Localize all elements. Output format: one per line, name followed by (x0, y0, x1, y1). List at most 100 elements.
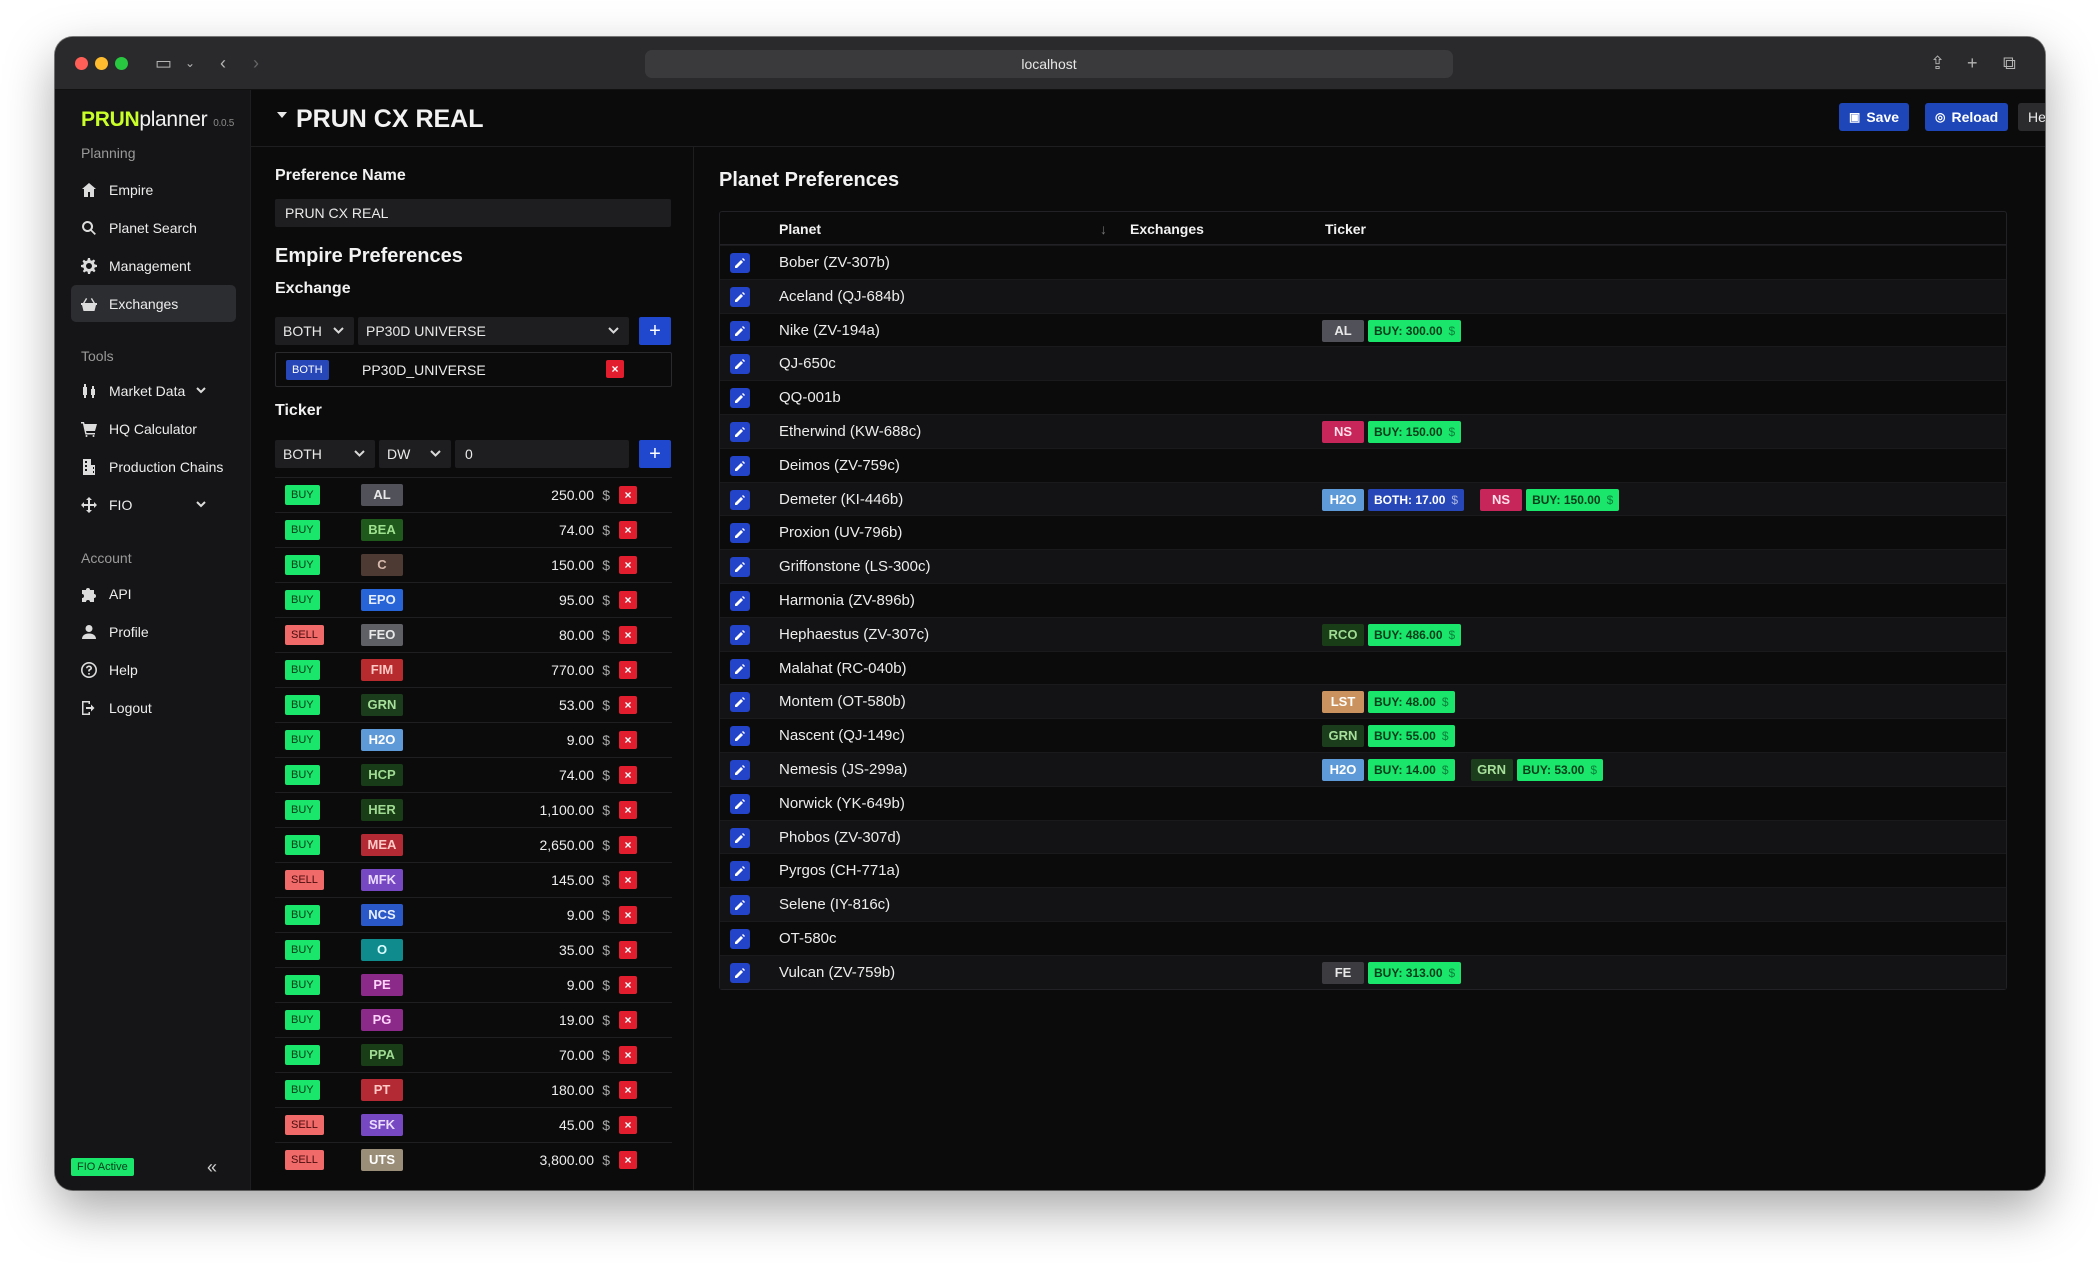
help-button[interactable]: Help (2018, 103, 2045, 131)
remove-ticker-button[interactable]: × (619, 836, 637, 854)
sidebar-item-hq-calculator[interactable]: HQ Calculator (71, 410, 236, 447)
share-icon[interactable]: ⇪ (1930, 51, 1945, 75)
edit-planet-button[interactable] (730, 793, 750, 814)
edit-planet-button[interactable] (730, 624, 750, 645)
edit-planet-button[interactable] (730, 759, 750, 780)
ticker-list: BUY AL 250.00 $ × BUY BEA 74.00 $ × BUY C 150.00 $ × BU… (275, 477, 672, 1177)
sidebar-item-fio[interactable]: FIO (71, 486, 236, 523)
remove-ticker-button[interactable]: × (619, 1011, 637, 1029)
ticker-badge: FIM (361, 659, 403, 681)
remove-ticker-button[interactable]: × (619, 976, 637, 994)
sort-arrow-icon[interactable]: ↓ (1100, 221, 1107, 237)
currency-symbol: $ (602, 837, 610, 853)
edit-planet-button[interactable] (730, 523, 750, 544)
planet-ticker-chip: H2O BUY: 14.00 $ (1322, 758, 1455, 781)
remove-ticker-button[interactable]: × (619, 871, 637, 889)
sidebar-item-exchanges[interactable]: Exchanges (71, 285, 236, 322)
edit-planet-button[interactable] (730, 557, 750, 578)
sidebar-item-api[interactable]: API (71, 575, 236, 612)
edit-planet-button[interactable] (730, 253, 750, 273)
edit-planet-button[interactable] (730, 590, 750, 611)
save-button[interactable]: ▣ Save (1839, 103, 1910, 131)
remove-ticker-button[interactable]: × (619, 696, 637, 714)
remove-ticker-button[interactable]: × (619, 1116, 637, 1134)
sidebar-item-planet-search[interactable]: Planet Search (71, 209, 236, 246)
sidebar-item-help[interactable]: Help (71, 651, 236, 688)
remove-ticker-button[interactable]: × (619, 521, 637, 539)
remove-ticker-button[interactable]: × (619, 591, 637, 609)
col-planet[interactable]: Planet (779, 221, 821, 237)
edit-planet-button[interactable] (730, 421, 750, 442)
address-bar[interactable]: localhost (645, 50, 1453, 78)
exchange-universe-select[interactable]: PP30D UNIVERSE (358, 317, 629, 345)
forward-icon[interactable]: › (253, 51, 259, 75)
tab-overview-icon[interactable]: ⧉ (2003, 51, 2016, 75)
currency-symbol: $ (1590, 762, 1598, 777)
edit-planet-button[interactable] (730, 895, 750, 916)
remove-ticker-button[interactable]: × (619, 731, 637, 749)
tab-group-chevron-icon[interactable]: ⌄ (185, 51, 195, 75)
remove-ticker-button[interactable]: × (619, 661, 637, 679)
add-exchange-button[interactable]: + (639, 317, 671, 345)
ticker-exchange-select[interactable]: DW (379, 440, 451, 468)
sidebar-item-empire[interactable]: Empire (71, 171, 236, 208)
edit-planet-button[interactable] (730, 658, 750, 679)
sidebar-item-logout[interactable]: Logout (71, 689, 236, 726)
edit-planet-button[interactable] (730, 827, 750, 848)
ticker-value: 180.00 (551, 1082, 594, 1098)
collapse-sidebar-button[interactable]: « (207, 1157, 217, 1178)
back-icon[interactable]: ‹ (220, 51, 226, 75)
remove-ticker-button[interactable]: × (619, 766, 637, 784)
remove-ticker-button[interactable]: × (619, 486, 637, 504)
remove-ticker-button[interactable]: × (619, 1151, 637, 1169)
sidebar-item-management[interactable]: Management (71, 247, 236, 284)
ticker-type-select[interactable]: BOTH (275, 440, 375, 468)
minimize-window-button[interactable] (95, 57, 108, 70)
zoom-window-button[interactable] (115, 57, 128, 70)
add-ticker-button[interactable]: + (639, 440, 671, 468)
edit-planet-button[interactable] (730, 861, 750, 882)
remove-ticker-button[interactable]: × (619, 801, 637, 819)
pencil-icon (735, 528, 745, 539)
col-exchanges[interactable]: Exchanges (1130, 221, 1204, 237)
remove-exchange-button[interactable]: × (606, 360, 624, 378)
edit-planet-button[interactable] (730, 726, 750, 747)
pref-name-input[interactable]: PRUN CX REAL (275, 199, 671, 227)
edit-planet-button[interactable] (730, 455, 750, 476)
edit-planet-button[interactable] (730, 388, 750, 409)
ticker-mode-tag: BUY (285, 940, 320, 960)
currency-symbol: $ (602, 872, 610, 888)
close-window-button[interactable] (75, 57, 88, 70)
edit-planet-button[interactable] (730, 928, 750, 949)
ticker-mode: BUY (1374, 965, 1399, 980)
new-tab-icon[interactable]: + (1967, 51, 1978, 75)
pencil-icon (735, 900, 745, 911)
planet-table: Planet ↓ Exchanges Ticker Bober (ZV-307b… (719, 211, 2007, 990)
ticker-value-input[interactable]: 0 (455, 440, 629, 468)
pencil-icon (735, 393, 745, 404)
remove-ticker-button[interactable]: × (619, 906, 637, 924)
reload-button[interactable]: ◎ Reload (1925, 103, 2009, 131)
edit-planet-button[interactable] (730, 692, 750, 713)
sidebar-item-profile[interactable]: Profile (71, 613, 236, 650)
ticker-mode-tag: BUY (285, 800, 320, 820)
col-ticker[interactable]: Ticker (1325, 221, 1366, 237)
brand-logo[interactable]: PRUNplanner 0.0.5 (81, 108, 234, 132)
remove-ticker-button[interactable]: × (619, 1046, 637, 1064)
remove-ticker-button[interactable]: × (619, 941, 637, 959)
remove-ticker-button[interactable]: × (619, 626, 637, 644)
edit-planet-button[interactable] (730, 489, 750, 510)
sidebar-item-market-data[interactable]: Market Data (71, 372, 236, 409)
title-caret-icon[interactable] (277, 112, 287, 118)
exchange-type-select[interactable]: BOTH (275, 317, 354, 345)
sidebar-toggle-icon[interactable]: ▭ (155, 51, 172, 75)
edit-planet-button[interactable] (730, 286, 750, 307)
ticker-price: 14.00 (1405, 762, 1436, 777)
remove-ticker-button[interactable]: × (619, 1081, 637, 1099)
edit-planet-button[interactable] (730, 962, 750, 983)
edit-planet-button[interactable] (730, 320, 750, 341)
ticker-mode-tag: BUY (285, 590, 320, 610)
sidebar-item-production-chains[interactable]: Production Chains (71, 448, 236, 485)
remove-ticker-button[interactable]: × (619, 556, 637, 574)
edit-planet-button[interactable] (730, 354, 750, 375)
